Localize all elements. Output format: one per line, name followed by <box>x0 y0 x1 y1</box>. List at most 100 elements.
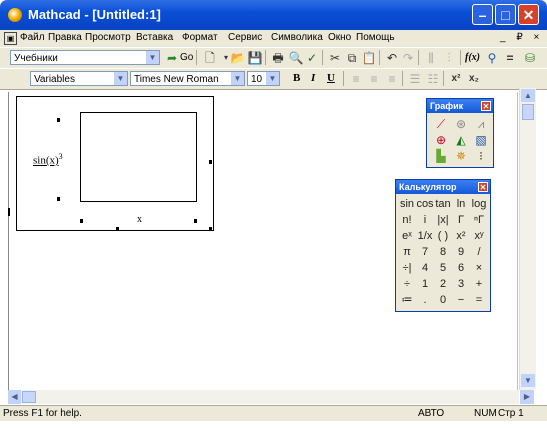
bullets-icon[interactable]: ☰ <box>407 71 423 87</box>
scroll-down-button[interactable]: ▼ <box>521 374 535 387</box>
calc-button[interactable]: 2 <box>434 276 452 292</box>
calc-button[interactable]: − <box>452 292 470 308</box>
calc-button[interactable]: ÷ <box>398 276 416 292</box>
calc-button[interactable]: 4 <box>416 260 434 276</box>
close-icon[interactable]: ✕ <box>481 101 491 111</box>
cut-icon[interactable]: ✂ <box>327 50 343 66</box>
calc-button[interactable]: log <box>470 196 488 212</box>
calc-button[interactable]: eˣ <box>398 228 416 244</box>
minimize-button[interactable]: – <box>472 4 493 25</box>
subscript-icon[interactable]: x₂ <box>466 71 482 87</box>
calc-button[interactable]: π <box>398 244 416 260</box>
italic-button[interactable]: I <box>311 72 315 84</box>
numbering-icon[interactable]: ☷ <box>425 71 441 87</box>
surface-plot-icon[interactable]: ⩘ <box>473 117 489 131</box>
scroll-thumb[interactable] <box>522 104 534 120</box>
close-icon[interactable]: ✕ <box>478 182 488 192</box>
menu-help[interactable]: Помощь <box>356 32 395 43</box>
calc-button[interactable]: 3 <box>452 276 470 292</box>
insert-function-button[interactable]: f(x) <box>465 52 480 63</box>
print-icon[interactable]: 🖶 <box>270 50 286 66</box>
document-icon[interactable]: ▣ <box>4 32 17 45</box>
calc-button[interactable]: n! <box>398 212 416 228</box>
paste-icon[interactable]: 📋 <box>361 50 377 66</box>
calc-button[interactable]: ( ) <box>434 228 452 244</box>
title-bar[interactable]: Mathcad - [Untitled:1] – □ ✕ <box>0 0 547 30</box>
calc-button[interactable]: xʸ <box>470 228 488 244</box>
horizontal-scrollbar[interactable]: ◀ ▶ <box>8 390 534 404</box>
menu-format[interactable]: Формат <box>182 32 218 43</box>
maximize-button[interactable]: □ <box>495 4 516 25</box>
placeholder-handle[interactable] <box>57 118 60 122</box>
calc-button[interactable]: 8 <box>434 244 452 260</box>
calc-button[interactable]: 7 <box>416 244 434 260</box>
calc-button[interactable]: = <box>470 292 488 308</box>
bold-button[interactable]: B <box>293 72 300 84</box>
new-document-icon[interactable]: 🗋 <box>202 50 218 66</box>
print-preview-icon[interactable]: 🔍 <box>288 50 304 66</box>
calc-button[interactable]: ⁿΓ <box>470 212 488 228</box>
redo-icon[interactable]: ↷ <box>400 50 416 66</box>
menu-edit[interactable]: Правка <box>48 32 82 43</box>
calc-button[interactable]: ln <box>452 196 470 212</box>
chevron-down-icon[interactable]: ▼ <box>114 72 127 85</box>
save-icon[interactable]: 💾 <box>247 50 263 66</box>
calculator-palette-titlebar[interactable]: Калькулятор ✕ <box>396 180 490 194</box>
calc-button[interactable]: ≔ <box>398 292 416 308</box>
vector-field-icon[interactable]: ▙ <box>433 149 449 163</box>
underline-button[interactable]: U <box>327 72 335 84</box>
placeholder-handle[interactable] <box>57 197 60 201</box>
align-across-icon[interactable]: ⫼ <box>423 50 439 66</box>
data-points-icon[interactable]: ⁝ <box>473 149 489 163</box>
contour-plot-icon[interactable]: ⊕ <box>433 133 449 147</box>
y-axis-expression[interactable]: sin(x)3 <box>33 152 63 167</box>
menu-symbolics[interactable]: Символика <box>271 32 323 43</box>
calc-button[interactable]: Γ <box>452 212 470 228</box>
calc-button[interactable]: . <box>416 292 434 308</box>
polar-plot-icon[interactable]: ⊛ <box>453 117 469 131</box>
calc-button[interactable]: ÷| <box>398 260 416 276</box>
calc-button[interactable]: 1/x <box>416 228 434 244</box>
calc-button[interactable]: sin <box>398 196 416 212</box>
copy-icon[interactable]: ⧉ <box>344 50 360 66</box>
font-combo[interactable]: Times New Roman ▼ <box>130 71 245 86</box>
3d-bar-icon[interactable]: ◭ <box>453 133 469 147</box>
calc-button[interactable]: 6 <box>452 260 470 276</box>
calc-button[interactable]: |x| <box>434 212 452 228</box>
calc-button[interactable]: 9 <box>452 244 470 260</box>
3d-plot-wizard-icon[interactable]: ✵ <box>453 149 469 163</box>
align-right-icon[interactable]: ≡ <box>384 71 400 87</box>
calc-button[interactable]: / <box>470 244 488 260</box>
scroll-left-button[interactable]: ◀ <box>8 390 21 404</box>
placeholder-handle[interactable] <box>194 219 197 223</box>
calc-button[interactable]: 0 <box>434 292 452 308</box>
plot-area[interactable] <box>80 112 197 202</box>
scatter-3d-icon[interactable]: ▧ <box>473 133 489 147</box>
calc-button[interactable]: x² <box>452 228 470 244</box>
align-left-icon[interactable]: ≡ <box>348 71 364 87</box>
menu-window[interactable]: Окно <box>328 32 351 43</box>
scroll-thumb[interactable] <box>22 391 36 403</box>
undo-icon[interactable]: ↶ <box>384 50 400 66</box>
calc-button[interactable]: 5 <box>434 260 452 276</box>
resize-handle[interactable] <box>209 227 212 231</box>
vertical-scrollbar[interactable]: ▲ ▼ <box>519 88 536 390</box>
menu-insert[interactable]: Вставка <box>136 32 173 43</box>
superscript-icon[interactable]: x² <box>448 71 464 87</box>
style-combo[interactable]: Variables ▼ <box>30 71 128 86</box>
resize-handle[interactable] <box>116 227 119 231</box>
go-button[interactable]: Go <box>180 52 193 63</box>
mdi-window-controls[interactable]: _ ₽ × <box>500 32 543 43</box>
font-size-combo[interactable]: 10 ▼ <box>247 71 280 86</box>
mathcad-app-icon[interactable] <box>8 8 22 22</box>
xy-plot-icon[interactable]: ⟋ <box>433 117 449 131</box>
open-folder-icon[interactable]: 📂 <box>230 50 246 66</box>
calc-button[interactable]: × <box>470 260 488 276</box>
chevron-down-icon[interactable]: ▼ <box>266 72 279 85</box>
calc-button[interactable]: i <box>416 212 434 228</box>
placeholder-handle[interactable] <box>80 219 83 223</box>
menu-file[interactable]: Файл <box>20 32 45 43</box>
go-arrow-icon[interactable]: ➦ <box>164 50 180 66</box>
resource-center-icon[interactable]: ⛁ <box>522 50 538 66</box>
menu-view[interactable]: Просмотр <box>85 32 131 43</box>
